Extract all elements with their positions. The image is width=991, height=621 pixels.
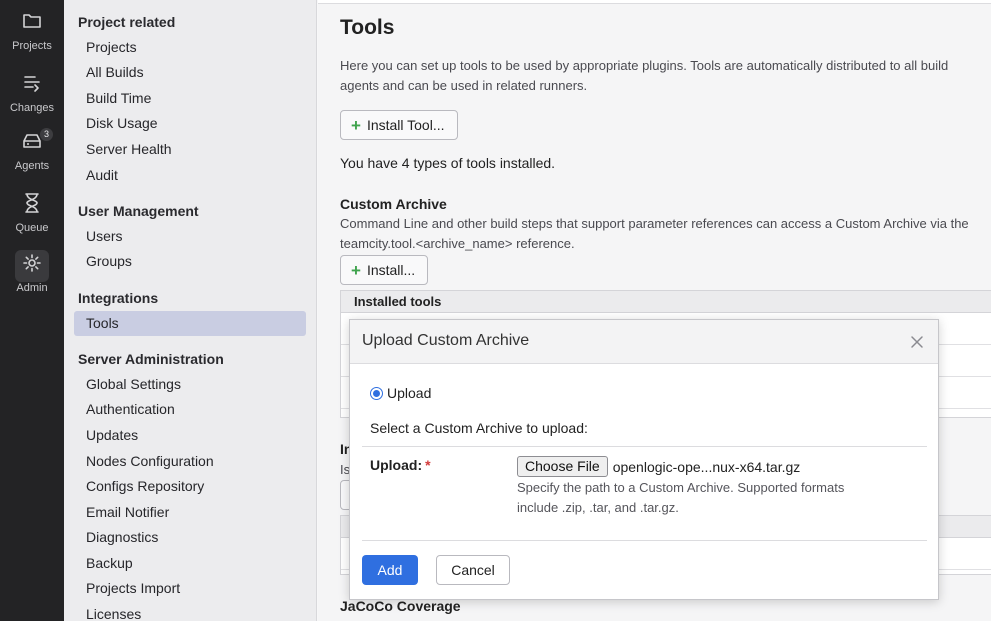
- sidebar-item-server-health[interactable]: Server Health: [74, 137, 306, 162]
- dialog-title: Upload Custom Archive: [362, 332, 530, 349]
- sidebar-heading: Project related: [78, 14, 176, 30]
- upload-label-text: Upload:: [370, 457, 423, 473]
- file-hint-text: Specify the path to a Custom Archive. Su…: [517, 480, 845, 515]
- dialog-header: Upload Custom Archive: [350, 320, 938, 364]
- agents-icon: 3: [15, 128, 53, 160]
- sidebar-item-diagnostics[interactable]: Diagnostics: [74, 525, 306, 550]
- custom-archive-description: Command Line and other build steps that …: [340, 216, 969, 251]
- installed-count-text: You have 4 types of tools installed.: [340, 155, 556, 171]
- rail-item-agents[interactable]: 3 Agents: [0, 128, 64, 172]
- page-description: Here you can set up tools to be used by …: [340, 58, 949, 93]
- plus-icon: +: [351, 115, 361, 135]
- changes-icon: [15, 70, 49, 102]
- selected-file-name: openlogic-ope...nux-x64.tar.gz: [612, 458, 801, 475]
- rail-item-queue[interactable]: Queue: [0, 190, 64, 234]
- sidebar-item-disk-usage[interactable]: Disk Usage: [74, 111, 306, 136]
- top-bar-edge: [318, 0, 991, 4]
- sidebar-item-configs-repository[interactable]: Configs Repository: [74, 474, 306, 499]
- agents-count-badge: 3: [40, 128, 53, 141]
- upload-radio-label: Upload: [387, 385, 432, 401]
- sidebar-item-tools[interactable]: Tools: [74, 311, 306, 336]
- install-tool-label: Install Tool...: [366, 117, 445, 133]
- sidebar-heading: Integrations: [78, 290, 159, 306]
- sidebar-item-projects[interactable]: Projects: [74, 35, 306, 60]
- plus-icon: +: [351, 260, 361, 280]
- upload-radio-option[interactable]: Upload: [370, 385, 431, 401]
- rail-label: Queue: [15, 222, 49, 234]
- sidebar-heading: User Management: [78, 203, 199, 219]
- rail-label: Admin: [16, 282, 48, 294]
- sidebar-item-email-notifier[interactable]: Email Notifier: [74, 500, 306, 525]
- install-label: Install...: [366, 262, 416, 278]
- rail-item-projects[interactable]: Projects: [0, 8, 64, 52]
- required-marker: *: [425, 457, 431, 473]
- sidebar-item-projects-import[interactable]: Projects Import: [74, 576, 306, 601]
- hourglass-icon: [15, 190, 49, 222]
- sidebar-item-groups[interactable]: Groups: [74, 249, 306, 274]
- rail-label: Changes: [9, 102, 55, 114]
- select-prompt: Select a Custom Archive to upload:: [370, 420, 588, 436]
- sidebar-item-users[interactable]: Users: [74, 224, 306, 249]
- folder-icon: [15, 8, 49, 40]
- jacoco-coverage-title: JaCoCo Coverage: [340, 598, 461, 614]
- add-button[interactable]: Add: [362, 555, 418, 585]
- custom-archive-title: Custom Archive: [340, 196, 447, 212]
- sidebar-item-audit[interactable]: Audit: [74, 163, 306, 188]
- sidebar-item-backup[interactable]: Backup: [74, 551, 306, 576]
- rail-item-changes[interactable]: Changes: [0, 70, 64, 114]
- sidebar-item-authentication[interactable]: Authentication: [74, 397, 306, 422]
- upload-field-label: Upload: *: [370, 457, 431, 473]
- sidebar-heading: Server Administration: [78, 351, 224, 367]
- sidebar-item-licenses[interactable]: Licenses: [74, 602, 306, 621]
- install-custom-archive-button[interactable]: + Install...: [340, 255, 429, 285]
- divider: [362, 540, 927, 541]
- upload-custom-archive-dialog: Upload Custom Archive Upload Select a Cu…: [349, 319, 939, 600]
- cancel-button[interactable]: Cancel: [436, 555, 510, 585]
- page-title: Tools: [340, 16, 395, 39]
- main-nav-rail: Projects Changes 3 Agents Queue Admin: [0, 0, 64, 621]
- upload-radio[interactable]: [370, 386, 383, 400]
- admin-sidebar: Project related Projects All Builds Buil…: [64, 0, 317, 621]
- choose-file-button[interactable]: Choose File: [517, 456, 608, 477]
- rail-label: Projects: [12, 40, 52, 52]
- sidebar-item-build-time[interactable]: Build Time: [74, 86, 306, 111]
- rail-label: Agents: [14, 160, 50, 172]
- sidebar-item-all-builds[interactable]: All Builds: [74, 60, 306, 85]
- divider: [362, 446, 927, 447]
- sidebar-item-updates[interactable]: Updates: [74, 423, 306, 448]
- gear-icon: [15, 250, 49, 282]
- sidebar-item-global-settings[interactable]: Global Settings: [74, 372, 306, 397]
- rail-item-admin[interactable]: Admin: [0, 250, 64, 294]
- install-tool-button[interactable]: + Install Tool...: [340, 110, 458, 140]
- close-icon[interactable]: [908, 333, 926, 351]
- file-input: Choose File openlogic-ope...nux-x64.tar.…: [517, 456, 800, 477]
- sidebar-item-nodes-configuration[interactable]: Nodes Configuration: [74, 449, 306, 474]
- table-header: Installed tools: [341, 291, 991, 313]
